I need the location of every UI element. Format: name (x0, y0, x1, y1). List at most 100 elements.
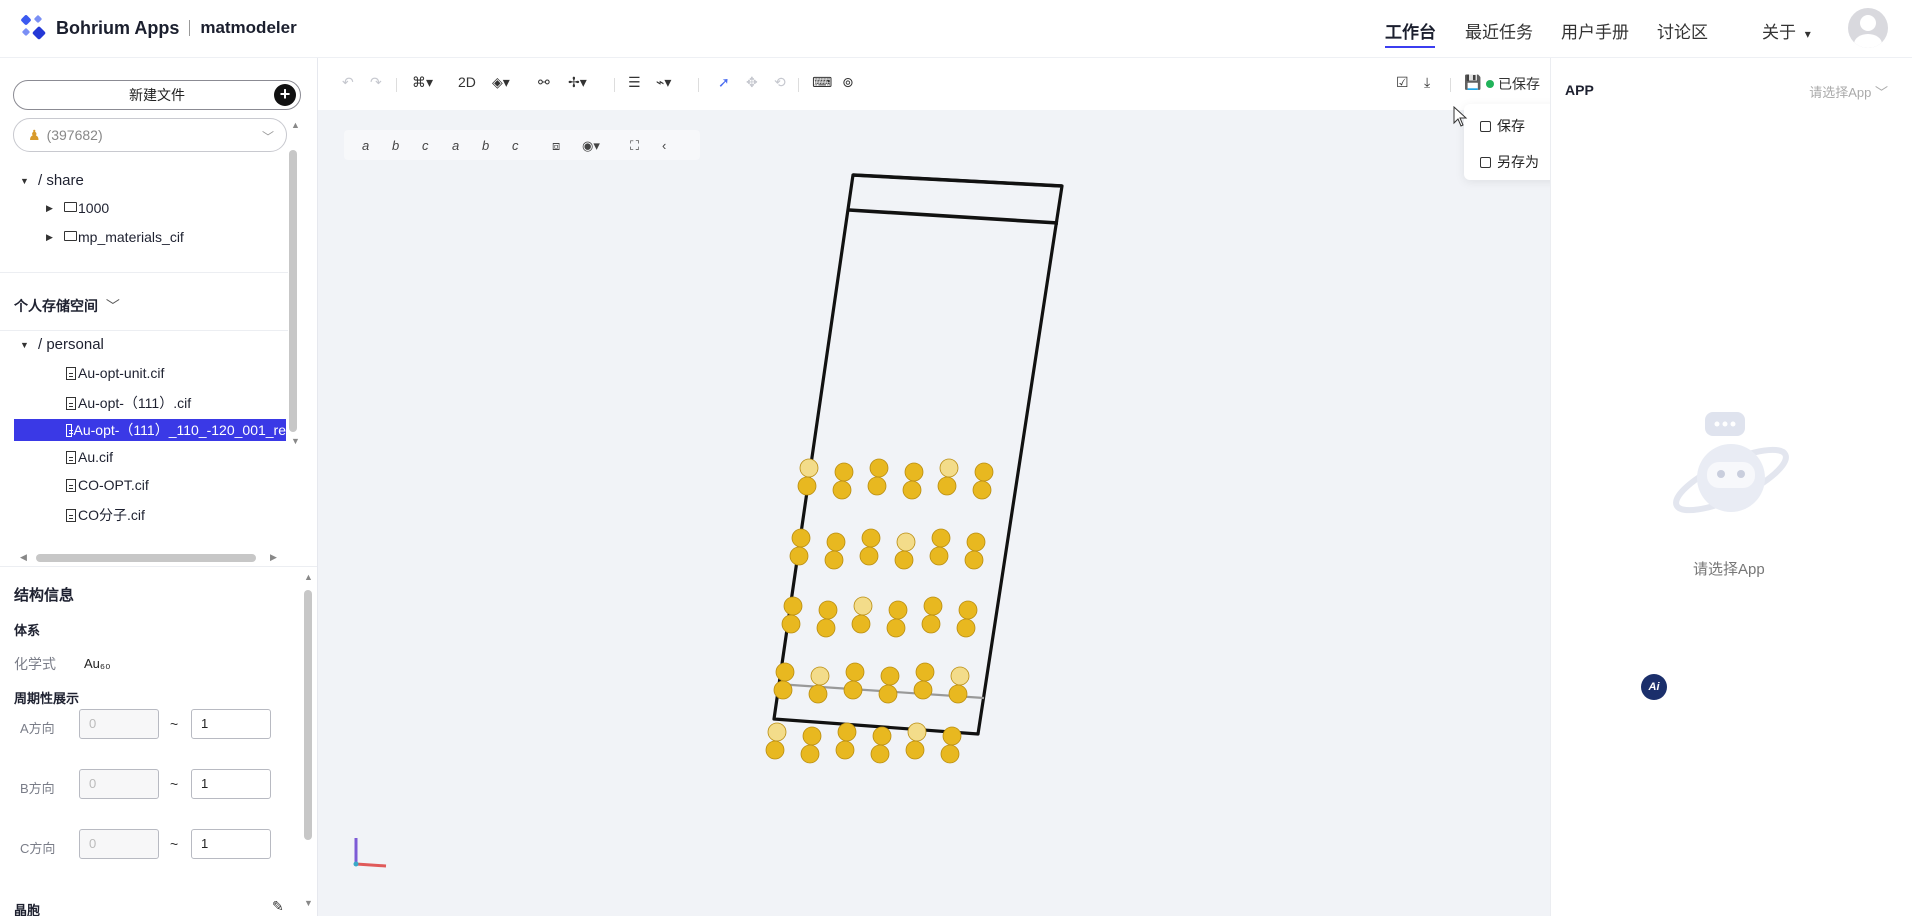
gold-atom[interactable] (902, 480, 922, 500)
gold-atom[interactable] (802, 726, 822, 746)
measure-icon[interactable]: ⌁▾ (656, 74, 671, 91)
gold-atom[interactable] (940, 744, 960, 764)
tree-file[interactable]: Au-opt-（111）.cif (66, 393, 191, 413)
project-select[interactable]: ♟ (397682) ﹀ (13, 118, 287, 152)
view-c-button[interactable]: c (422, 138, 429, 153)
gold-atom[interactable] (923, 596, 943, 616)
gold-atom[interactable] (783, 596, 803, 616)
gold-atom[interactable] (948, 684, 968, 704)
save-icon[interactable]: 💾 (1464, 74, 1481, 91)
fullscreen-icon[interactable]: ⛶ (630, 138, 639, 154)
lattice-icon[interactable]: ⌘▾ (412, 74, 433, 91)
nav-about[interactable]: 关于 ▾ (1762, 18, 1811, 43)
view-b-star-button[interactable]: b (482, 138, 489, 153)
b-max-input[interactable]: 1 (191, 769, 271, 799)
gold-atom[interactable] (851, 614, 871, 634)
menu-save[interactable]: 保存 (1480, 116, 1525, 136)
gold-atom[interactable] (775, 662, 795, 682)
tree-file[interactable]: Au-opt-unit.cif (66, 365, 164, 381)
gold-atom[interactable] (888, 600, 908, 620)
crystal-canvas[interactable] (318, 58, 1550, 916)
gold-atom[interactable] (904, 462, 924, 482)
file-tree-hscrollbar[interactable] (36, 554, 256, 562)
gold-atom[interactable] (810, 666, 830, 686)
download-icon[interactable]: ⤓ (1424, 74, 1430, 91)
gold-atom[interactable] (765, 740, 785, 760)
gold-atom[interactable] (834, 462, 854, 482)
collapse-toolbar-icon[interactable]: ‹ (662, 138, 666, 153)
view-b-button[interactable]: b (392, 138, 399, 153)
a-max-input[interactable]: 1 (191, 709, 271, 739)
gold-atom[interactable] (824, 550, 844, 570)
scroll-left-icon[interactable]: ◀ (20, 552, 27, 563)
gold-atom[interactable] (818, 600, 838, 620)
ai-assistant-button[interactable]: Ai (1641, 674, 1667, 700)
b-min-input[interactable]: 0 (79, 769, 159, 799)
rotate-icon[interactable]: ⟲ (774, 74, 786, 91)
gold-atom[interactable] (845, 662, 865, 682)
gold-atom[interactable] (781, 614, 801, 634)
camera-icon[interactable]: ◉▾ (582, 138, 600, 154)
gold-atom[interactable] (950, 666, 970, 686)
gold-atom[interactable] (921, 614, 941, 634)
cube-icon[interactable]: ◈▾ (492, 74, 510, 91)
gold-atom[interactable] (931, 528, 951, 548)
gold-atom[interactable] (929, 546, 949, 566)
scroll-up-icon[interactable]: ▲ (304, 572, 313, 582)
view-c-star-button[interactable]: c (512, 138, 519, 153)
gold-atom[interactable] (826, 532, 846, 552)
gold-atom[interactable] (894, 550, 914, 570)
settings-icon[interactable]: ⊚ (842, 74, 854, 91)
nav-recent-tasks[interactable]: 最近任务 (1465, 18, 1533, 43)
app-select[interactable]: 请选择App ﹀ (1809, 82, 1888, 101)
transform-icon[interactable]: ✢▾ (568, 74, 587, 91)
gold-atom[interactable] (939, 458, 959, 478)
gold-atom[interactable] (937, 476, 957, 496)
gold-atom[interactable] (896, 532, 916, 552)
gold-atom[interactable] (789, 546, 809, 566)
undo-icon[interactable]: ↶ (342, 74, 354, 91)
tree-folder-share[interactable]: ▼ / share (20, 172, 84, 189)
view-a-star-button[interactable]: a (452, 138, 459, 153)
nav-user-manual[interactable]: 用户手册 (1561, 18, 1629, 43)
gold-atom[interactable] (878, 684, 898, 704)
gold-atom[interactable] (915, 662, 935, 682)
gold-atom[interactable] (867, 476, 887, 496)
scroll-down-icon[interactable]: ▼ (291, 436, 300, 446)
checklist-icon[interactable]: ☑ (1396, 74, 1409, 91)
gold-atom[interactable] (767, 722, 787, 742)
gold-atom[interactable] (832, 480, 852, 500)
list-icon[interactable]: ☰ (628, 74, 641, 91)
tree-file-selected[interactable]: Au-opt-（111）_110_-120_001_re (14, 419, 286, 441)
tree-folder-personal[interactable]: ▼ / personal (20, 336, 104, 353)
gold-atom[interactable] (800, 744, 820, 764)
keyboard-icon[interactable]: ⌨ (812, 74, 832, 91)
select-cursor-icon[interactable]: ➚ (718, 74, 730, 91)
scroll-down-icon[interactable]: ▼ (304, 898, 313, 908)
c-max-input[interactable]: 1 (191, 829, 271, 859)
a-min-input[interactable]: 0 (79, 709, 159, 739)
personal-storage-toggle[interactable]: 个人存储空间 ﹀ (14, 296, 120, 316)
tree-folder-mp-materials[interactable]: ▶ mp_materials_cif (46, 229, 184, 245)
tree-folder-1000[interactable]: ▶ 1000 (46, 200, 109, 216)
gold-atom[interactable] (972, 480, 992, 500)
gold-atom[interactable] (870, 744, 890, 764)
gold-atom[interactable] (799, 458, 819, 478)
fit-view-icon[interactable]: ⧈ (552, 138, 560, 154)
gold-atom[interactable] (942, 726, 962, 746)
gold-atom[interactable] (853, 596, 873, 616)
gold-atom[interactable] (964, 550, 984, 570)
nav-workspace[interactable]: 工作台 (1385, 18, 1436, 43)
avatar[interactable] (1848, 8, 1888, 48)
gold-atom[interactable] (816, 618, 836, 638)
bond-icon[interactable]: ⚯ (538, 74, 550, 91)
gold-atom[interactable] (861, 528, 881, 548)
view-a-button[interactable]: a (362, 138, 369, 153)
file-tree-scrollbar[interactable] (289, 150, 297, 432)
gold-atom[interactable] (966, 532, 986, 552)
gold-atom[interactable] (843, 680, 863, 700)
tree-file[interactable]: CO分子.cif (66, 505, 145, 525)
gold-atom[interactable] (958, 600, 978, 620)
gold-atom[interactable] (974, 462, 994, 482)
gold-atom[interactable] (808, 684, 828, 704)
